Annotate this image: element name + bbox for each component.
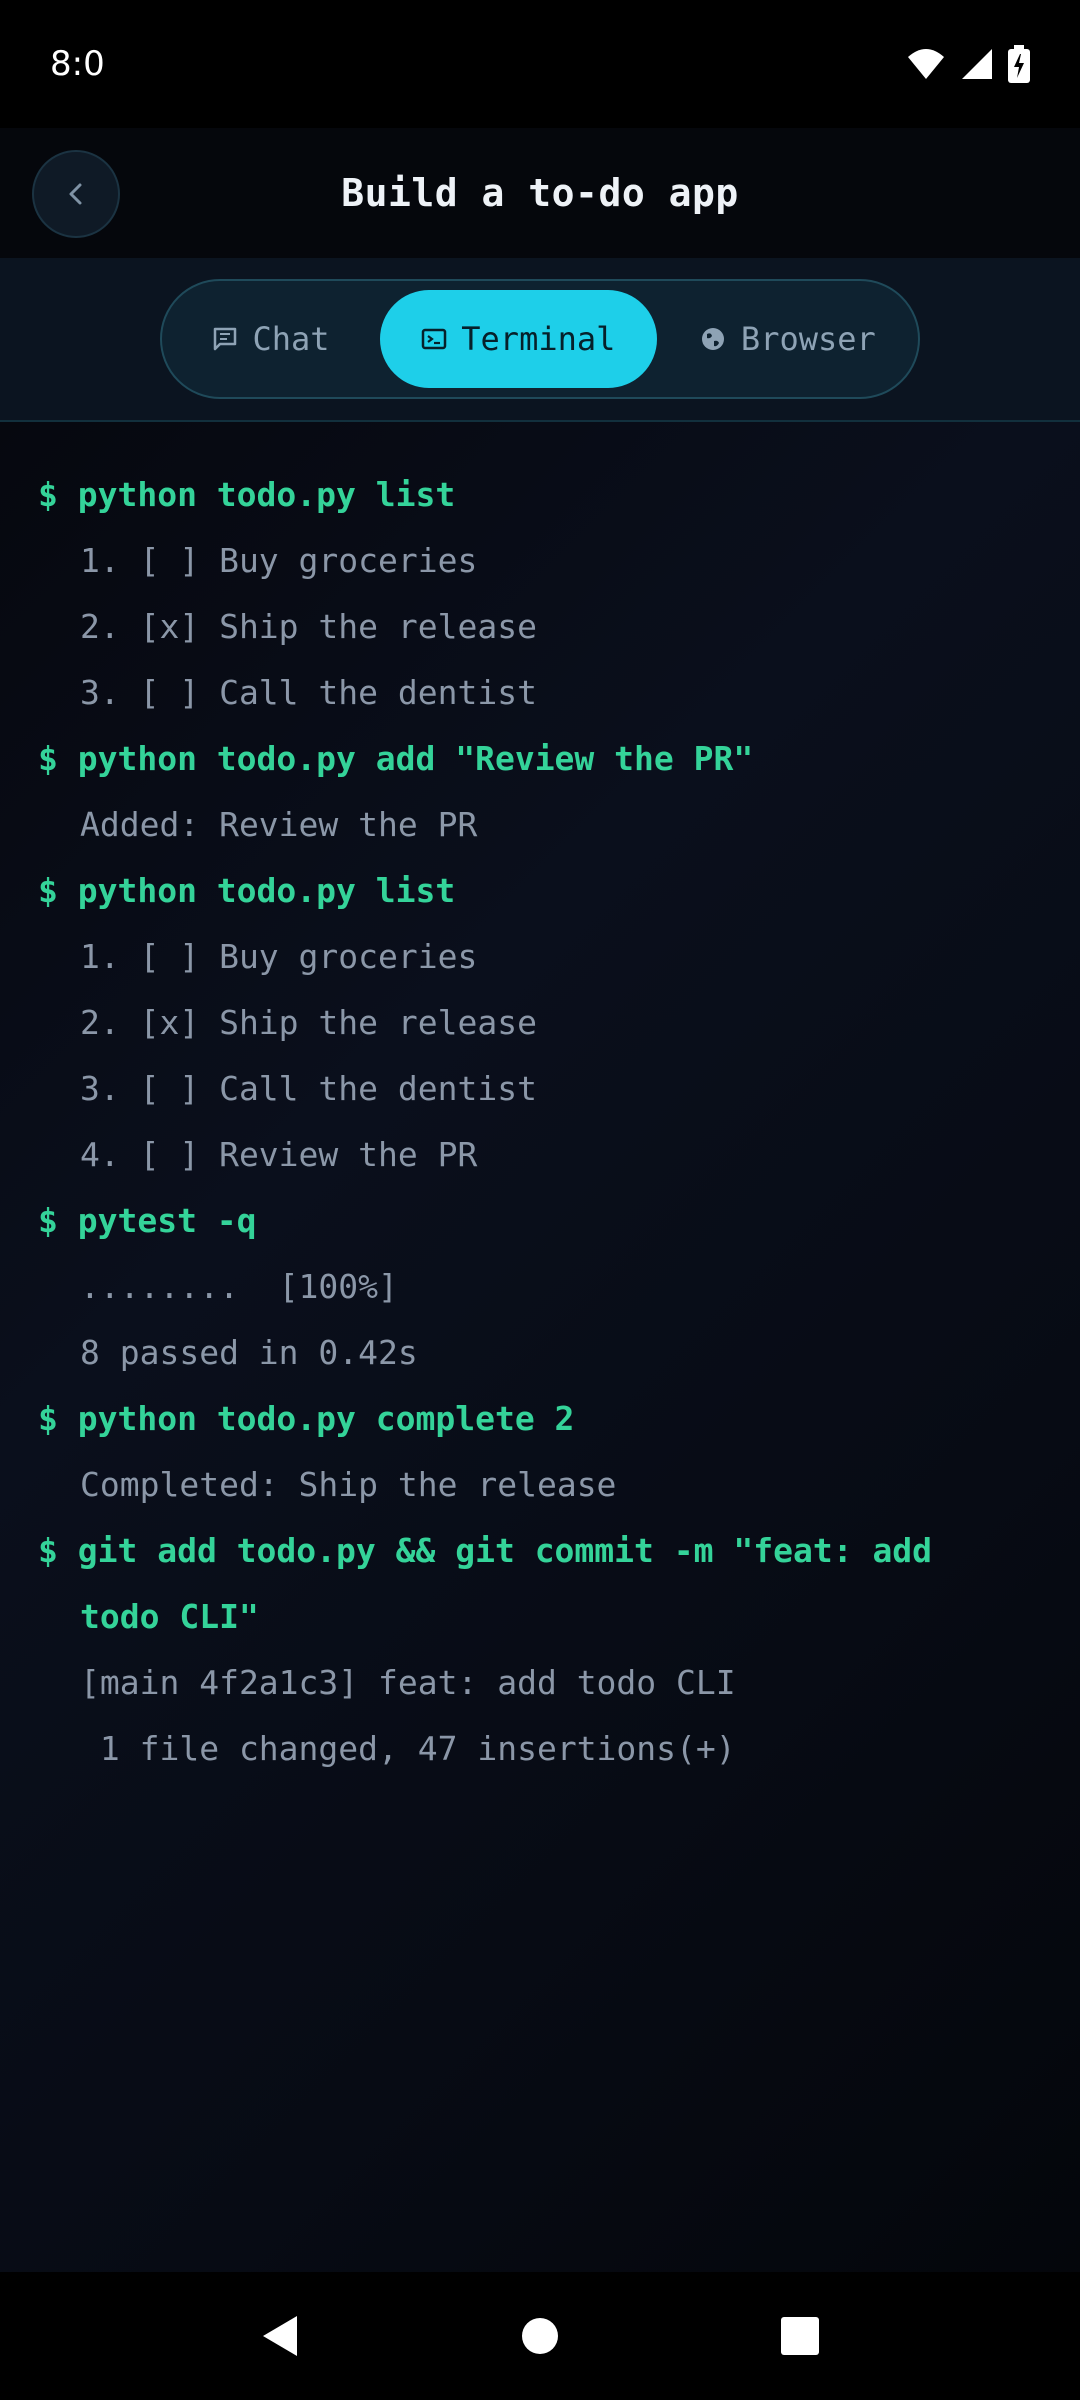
terminal-output-line: 1 file changed, 47 insertions(+) bbox=[80, 1729, 736, 1768]
signal-icon bbox=[962, 49, 992, 79]
status-icons bbox=[906, 45, 1030, 83]
square-recents-icon bbox=[781, 2317, 819, 2355]
terminal-output-line: 3. [ ] Call the dentist bbox=[80, 673, 537, 712]
terminal-output-line: Added: Review the PR bbox=[80, 805, 478, 844]
terminal-output-line: Completed: Ship the release bbox=[80, 1465, 617, 1504]
wifi-icon bbox=[908, 49, 944, 79]
status-time: 8:0 bbox=[50, 44, 105, 84]
terminal-command-line-wrapped: todo CLI" bbox=[80, 1597, 259, 1636]
tab-chat-label: Chat bbox=[252, 320, 330, 358]
circle-home-icon bbox=[522, 2318, 558, 2354]
nav-home-button[interactable] bbox=[500, 2296, 580, 2376]
terminal-output-line: 1. [ ] Buy groceries bbox=[80, 541, 478, 580]
terminal-output[interactable]: $ python todo.py list 1. [ ] Buy groceri… bbox=[0, 422, 1080, 2272]
tab-browser[interactable]: Browser bbox=[665, 290, 910, 388]
view-switcher-area: Chat Terminal Browser bbox=[0, 258, 1080, 422]
tab-terminal-label: Terminal bbox=[461, 320, 616, 358]
tab-browser-label: Browser bbox=[740, 320, 876, 358]
terminal-output-line: 2. [x] Ship the release bbox=[80, 607, 537, 646]
chevron-left-icon bbox=[69, 183, 82, 205]
terminal-output-line: 1. [ ] Buy groceries bbox=[80, 937, 478, 976]
globe-icon bbox=[701, 328, 724, 350]
nav-back-button[interactable] bbox=[240, 2296, 320, 2376]
terminal-output-line: 2. [x] Ship the release bbox=[80, 1003, 537, 1042]
terminal-output-line: ........ [100%] bbox=[80, 1267, 398, 1306]
tab-chat[interactable]: Chat bbox=[170, 290, 372, 388]
app-header: Build a to-do app bbox=[0, 128, 1080, 258]
triangle-back-icon bbox=[263, 2316, 297, 2356]
terminal-output-line: [main 4f2a1c3] feat: add todo CLI bbox=[80, 1663, 736, 1702]
chat-icon bbox=[214, 327, 237, 351]
terminal-command-line: $ git add todo.py && git commit -m "feat… bbox=[38, 1531, 933, 1570]
terminal-icon bbox=[422, 328, 447, 350]
tab-terminal[interactable]: Terminal bbox=[379, 290, 657, 388]
terminal-output-line: 3. [ ] Call the dentist bbox=[80, 1069, 537, 1108]
back-button[interactable] bbox=[32, 150, 120, 238]
page-title: Build a to-do app bbox=[341, 171, 739, 215]
terminal-command-line: $ python todo.py add "Review the PR" bbox=[38, 739, 754, 778]
view-switcher: Chat Terminal Browser bbox=[160, 279, 920, 399]
status-bar: 8:0 bbox=[0, 0, 1080, 128]
system-nav-bar bbox=[0, 2272, 1080, 2400]
battery-charging-icon bbox=[1008, 45, 1030, 83]
terminal-command-line: $ python todo.py complete 2 bbox=[38, 1399, 575, 1438]
terminal-command-line: $ python todo.py list bbox=[38, 871, 456, 910]
terminal-output-line: 4. [ ] Review the PR bbox=[80, 1135, 478, 1174]
nav-recents-button[interactable] bbox=[760, 2296, 840, 2376]
terminal-command-line: $ python todo.py list bbox=[38, 475, 456, 514]
terminal-command-line: $ pytest -q bbox=[38, 1201, 257, 1240]
terminal-output-line: 8 passed in 0.42s bbox=[80, 1333, 418, 1372]
